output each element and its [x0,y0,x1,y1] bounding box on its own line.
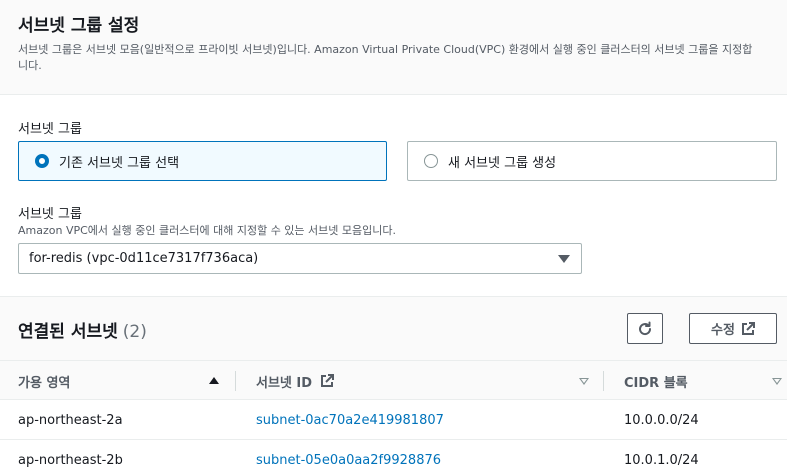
sort-icon[interactable] [579,378,589,385]
section-title: 서브넷 그룹 설정 [18,16,140,36]
radio-existing-label: 기존 서브넷 그룹 선택 [59,155,180,171]
subnets-table-header: 연결된 서브넷 (2) 수정 [0,296,787,360]
edit-button[interactable]: 수정 [689,313,777,344]
column-header-subnet-id[interactable]: 서브넷 ID [256,361,335,401]
subnets-table-title: 연결된 서브넷 (2) [18,317,147,342]
cell-az: ap-northeast-2b [18,452,123,468]
cell-cidr: 10.0.1.0/24 [624,452,699,468]
subnet-group-select-label: 서브넷 그룹 [18,207,82,222]
radio-existing-subnet-group[interactable]: 기존 서브넷 그룹 선택 [18,141,387,181]
subnet-group-settings-header: 서브넷 그룹 설정 서브넷 그룹은 서브넷 모음(일반적으로 프라이빗 서브넷)… [0,0,787,95]
external-link-icon [321,374,335,387]
section-description: 서브넷 그룹은 서브넷 모음(일반적으로 프라이빗 서브넷)입니다. Amazo… [18,43,753,72]
cell-az: ap-northeast-2a [18,412,123,428]
cell-cidr: 10.0.0.0/24 [624,412,699,428]
sort-ascending-icon[interactable] [209,377,219,384]
column-header-cidr[interactable]: CIDR 블록 [624,361,688,401]
subnet-group-select[interactable]: for-redis (vpc-0d11ce7317f736aca) [18,243,582,274]
cell-subnet-id-link[interactable]: subnet-0ac70a2e419981807 [256,400,444,440]
subnet-group-select-description: Amazon VPC에서 실행 중인 클러스터에 대해 지정할 수 있는 서브넷… [18,224,396,237]
radio-checked-icon [35,154,49,168]
refresh-button[interactable] [627,313,663,344]
subnets-table-columns: 가용 영역 서브넷 ID CIDR 블록 [0,360,787,400]
cell-subnet-id-link[interactable]: subnet-05e0a0aa2f9928876 [256,440,441,476]
column-divider[interactable] [235,371,236,391]
refresh-icon [639,321,652,335]
sort-icon[interactable] [772,378,782,385]
table-row: ap-northeast-2b subnet-05e0a0aa2f9928876… [0,440,787,476]
subnet-group-label: 서브넷 그룹 [18,122,82,137]
subnets-title-text: 연결된 서브넷 [18,322,118,342]
radio-new-subnet-group[interactable]: 새 서브넷 그룹 생성 [407,141,777,181]
column-divider[interactable] [603,371,604,391]
column-header-az[interactable]: 가용 영역 [18,361,70,401]
subnets-count: (2) [122,322,147,342]
radio-new-label: 새 서브넷 그룹 생성 [448,155,557,171]
external-link-icon [741,321,755,335]
radio-unchecked-icon [424,154,438,168]
table-row: ap-northeast-2a subnet-0ac70a2e419981807… [0,400,787,440]
subnet-group-selected-value: for-redis (vpc-0d11ce7317f736aca) [29,251,259,266]
column-header-subnet-id-label: 서브넷 ID [256,375,313,391]
caret-down-icon [558,255,570,263]
edit-button-label: 수정 [711,323,735,338]
